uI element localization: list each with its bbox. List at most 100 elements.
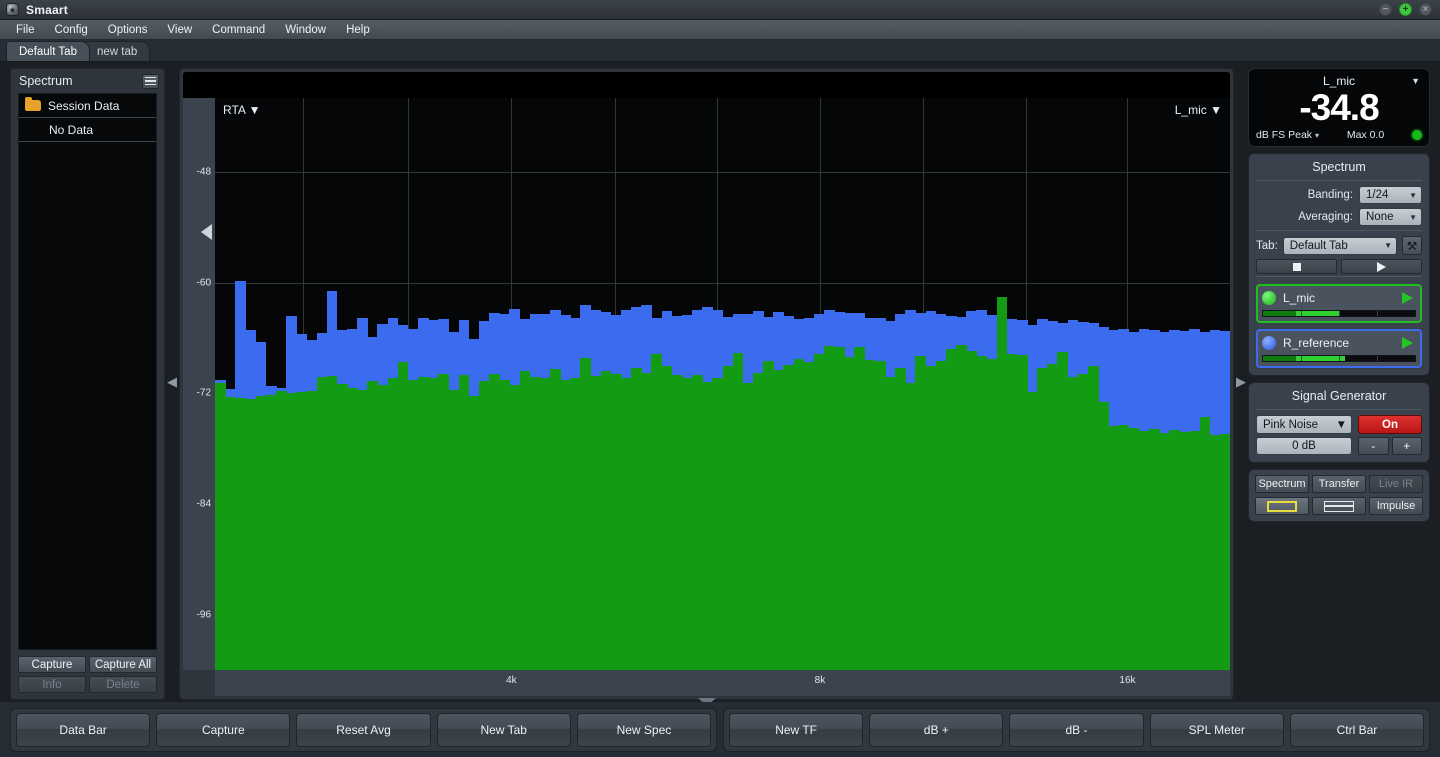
play-icon[interactable] [1402,337,1413,349]
spectrum-bar [1159,433,1170,670]
spectrum-bar [1088,366,1099,670]
x-axis[interactable]: 4k8k16k [215,670,1230,696]
spectrum-bar [976,356,987,670]
menu-item-help[interactable]: Help [336,22,380,38]
app-title: Smaart [26,3,68,17]
generator-on-button[interactable]: On [1358,415,1422,434]
capture-all-button[interactable]: Capture All [89,656,157,673]
spectrum-bar [317,377,328,670]
menu-item-window[interactable]: Window [275,22,336,38]
generator-level-field[interactable]: 0 dB [1256,437,1352,455]
spectrum-bar [276,391,287,670]
spectrum-bar [875,361,886,670]
menu-item-command[interactable]: Command [202,22,275,38]
spectrum-bar [682,378,693,670]
tree-row[interactable]: Session Data [19,94,156,118]
spectrum-bar [631,368,642,670]
averaging-select[interactable]: None ▼ [1359,208,1422,226]
y-axis-tick-label: -48 [197,166,211,177]
signal-item-l_mic[interactable]: L_mic [1256,284,1422,323]
spl-meter-button[interactable]: SPL Meter [1150,713,1284,747]
left-collapse-handle[interactable]: ◀ [165,354,179,410]
tree-row[interactable]: No Data [19,118,156,142]
capture-button[interactable]: Capture [156,713,290,747]
hammer-wrench-icon[interactable]: ⚒ [1402,236,1422,255]
menu-item-file[interactable]: File [6,22,45,38]
spectrum-bar [733,353,744,670]
generator-level-plus-button[interactable]: + [1392,437,1423,455]
generator-source-select[interactable]: Pink Noise ▼ [1256,415,1352,434]
chevron-down-icon[interactable]: ▼ [1411,76,1420,86]
hamburger-icon[interactable] [142,74,159,89]
spectrum-bar [1179,432,1190,670]
generator-level-minus-button[interactable]: - [1358,437,1389,455]
menu-item-config[interactable]: Config [45,22,98,38]
divider [1256,409,1422,410]
single-pane-icon[interactable] [1255,497,1309,515]
spectrum-bar [885,377,896,670]
stop-button[interactable] [1256,259,1337,274]
plot-source-selector[interactable]: L_mic ▼ [1175,103,1222,117]
spectrum-bar [621,378,632,670]
signal-item-r_reference[interactable]: R_reference [1256,329,1422,368]
minimize-button[interactable]: − [1379,3,1392,16]
rta-plot[interactable]: RTA ▼ L_mic ▼ [215,98,1230,670]
spectrum-mode-button[interactable]: Spectrum [1255,475,1309,493]
tab-default-tab[interactable]: Default Tab [6,41,90,61]
tab-label: Tab: [1256,240,1278,252]
tab-value: Default Tab [1290,240,1348,252]
capture-button[interactable]: Capture [18,656,86,673]
ctrl-bar-button[interactable]: Ctrl Bar [1290,713,1424,747]
y-axis-marker-icon[interactable] [201,224,212,240]
data-bar-button[interactable]: Data Bar [16,713,150,747]
menu-item-options[interactable]: Options [98,22,158,38]
play-icon[interactable] [1402,292,1413,304]
db-button[interactable]: dB - [1009,713,1143,747]
chevron-down-icon: ▼ [1409,191,1417,200]
transfer-mode-button[interactable]: Transfer [1312,475,1366,493]
spectrum-bar [712,378,723,670]
spectrum-bar [662,366,673,670]
banding-select[interactable]: 1/24 ▼ [1359,186,1422,204]
tree-row-label: Session Data [48,99,119,113]
new-tf-button[interactable]: New TF [729,713,863,747]
level-meter-unit[interactable]: dB FS Peak▾ [1256,129,1319,141]
tab-new-tab[interactable]: new tab [84,41,150,61]
y-axis[interactable]: -48-60-72-84-96 [183,98,215,670]
close-button[interactable]: × [1419,3,1432,16]
split-pane-icon[interactable] [1312,497,1366,515]
y-axis-tick-label: -60 [197,277,211,288]
spectrum-bar [499,380,510,670]
spectrum-bar [388,378,399,670]
spectrum-bar [804,362,815,670]
right-collapse-handle[interactable]: ▶ [1234,354,1248,410]
green-dot-icon[interactable] [1262,291,1276,305]
reset-avg-button[interactable]: Reset Avg [296,713,430,747]
spectrum-bar [611,374,622,670]
level-meter-card[interactable]: L_mic ▼ -34.8 dB FS Peak▾ Max 0.0 [1248,68,1430,147]
play-button[interactable] [1341,259,1422,274]
menu-item-view[interactable]: View [157,22,202,38]
signal-item-label: R_reference [1283,336,1395,350]
spectrum-bar [1057,352,1068,670]
plot-type-selector[interactable]: RTA ▼ [223,103,260,117]
spectrum-bar [854,347,865,670]
spectrum-bar [570,378,581,670]
signal-item-label: L_mic [1283,291,1395,305]
spectrum-bar [520,371,531,670]
spectrum-bar [1017,355,1028,670]
new-spec-button[interactable]: New Spec [577,713,711,747]
plot-type-label: RTA [223,103,245,117]
new-tab-button[interactable]: New Tab [437,713,571,747]
maximize-button[interactable]: + [1399,3,1412,16]
spectrum-bar [844,357,855,670]
title-bar: ◉ Smaart − + × [0,0,1440,20]
tab-select[interactable]: Default Tab ▼ [1283,237,1397,255]
impulse-button[interactable]: Impulse [1369,497,1423,515]
db-button[interactable]: dB + [869,713,1003,747]
meter-tick [1339,356,1340,361]
session-data-tree[interactable]: Session Data No Data [18,93,157,650]
chevron-down-icon: ▼ [1409,213,1417,222]
blue-dot-icon[interactable] [1262,336,1276,350]
spectrum-bar [783,365,794,670]
